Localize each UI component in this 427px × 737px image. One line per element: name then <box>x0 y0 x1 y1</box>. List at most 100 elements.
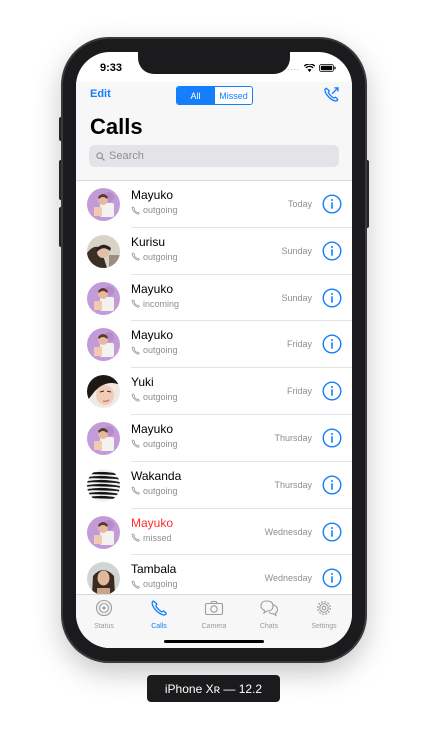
search-bar[interactable] <box>89 145 339 167</box>
info-icon <box>322 288 342 308</box>
calls-list: Mayuko outgoing Today Kurisu outgoing Sunday… <box>76 180 352 602</box>
call-type-label: outgoing <box>143 251 178 262</box>
contact-name: Kurisu <box>131 234 166 249</box>
device-label: iPhone Xʀ — 12.2 <box>147 675 280 702</box>
info-icon <box>322 475 342 495</box>
tab-settings[interactable]: Settings <box>299 599 349 630</box>
call-type-label: outgoing <box>143 345 178 356</box>
info-button[interactable] <box>322 428 342 453</box>
info-icon <box>322 522 342 542</box>
phone-small-icon <box>131 580 140 589</box>
call-type-label: outgoing <box>143 205 178 215</box>
tab-status[interactable]: Status <box>79 599 129 630</box>
call-day: Wednesday <box>264 573 312 584</box>
tab-camera-label: Camera <box>201 623 227 630</box>
call-day: Sunday <box>281 292 312 303</box>
avatar <box>87 562 120 596</box>
call-day: Wednesday <box>264 526 312 537</box>
search-input[interactable] <box>109 150 329 162</box>
call-type: outgoing <box>131 486 178 496</box>
avatar <box>87 515 120 549</box>
call-type: outgoing <box>131 439 178 449</box>
call-day: Friday <box>286 386 312 397</box>
tab-status-label: Status <box>94 623 114 630</box>
call-day: Thursday <box>274 479 312 490</box>
call-type-label: missed <box>143 532 172 543</box>
tab-camera[interactable]: Camera <box>189 599 239 630</box>
call-row[interactable]: Mayuko outgoing Friday <box>76 321 352 368</box>
contact-name: Mayuko <box>131 515 174 530</box>
phone-small-icon <box>131 346 140 355</box>
avatar <box>87 468 120 502</box>
notch <box>138 52 290 74</box>
status-time: 9:33 <box>100 62 123 74</box>
phone-small-icon <box>131 299 140 308</box>
info-button[interactable] <box>322 381 342 406</box>
call-type-label: incoming <box>143 298 180 309</box>
phone-small-icon <box>131 486 140 495</box>
tab-chats[interactable]: Chats <box>244 599 294 630</box>
avatar <box>87 234 120 268</box>
calls-filter-segment: All Missed <box>176 86 253 105</box>
call-row[interactable]: Kurisu outgoing Sunday <box>76 228 352 275</box>
info-button[interactable] <box>322 334 342 359</box>
camera-icon <box>204 600 224 616</box>
tab-chats-label: Chats <box>259 623 279 630</box>
phone-icon <box>151 600 167 616</box>
battery-icon <box>319 63 336 72</box>
calls-header: Edit All Missed Calls <box>76 82 352 180</box>
info-icon <box>322 568 342 588</box>
call-day: Today <box>287 199 312 209</box>
phone-screen: 9:33 .... Edit All Missed Calls Search M… <box>76 52 352 648</box>
call-row[interactable]: Mayuko incoming Sunday <box>76 275 352 322</box>
info-icon <box>322 428 342 448</box>
call-type: outgoing <box>131 392 178 402</box>
call-type: outgoing <box>131 205 178 215</box>
chat-bubbles-icon <box>260 600 279 617</box>
info-button[interactable] <box>322 288 342 313</box>
call-type-label: outgoing <box>143 392 178 403</box>
tab-calls[interactable]: Calls <box>134 599 184 630</box>
contact-name: Wakanda <box>131 468 182 483</box>
call-type-label: outgoing <box>143 438 178 449</box>
call-day: Friday <box>286 339 312 350</box>
contact-name: Mayuko <box>131 188 174 202</box>
info-button[interactable] <box>322 522 342 547</box>
call-day: Thursday <box>274 432 312 443</box>
call-type-label: outgoing <box>143 579 178 590</box>
call-row[interactable]: Mayuko outgoing Today <box>76 181 352 228</box>
info-button[interactable] <box>322 194 342 219</box>
info-icon <box>322 241 342 261</box>
info-button[interactable] <box>322 475 342 500</box>
avatar <box>87 188 120 221</box>
call-row[interactable]: Mayuko outgoing Thursday <box>76 415 352 462</box>
call-type: outgoing <box>131 579 178 589</box>
phone-plus-icon <box>324 87 339 102</box>
info-button[interactable] <box>322 568 342 593</box>
info-icon <box>322 334 342 354</box>
call-day: Sunday <box>281 245 312 256</box>
call-row[interactable]: Wakanda outgoing Thursday <box>76 462 352 509</box>
call-type: outgoing <box>131 252 178 262</box>
contact-name: Mayuko <box>131 281 174 296</box>
call-type: incoming <box>131 299 179 309</box>
search-icon <box>96 151 105 161</box>
segment-missed[interactable]: Missed <box>214 87 252 104</box>
info-button[interactable] <box>322 241 342 266</box>
call-type: missed <box>131 533 172 543</box>
contact-name: Mayuko <box>131 421 174 436</box>
gear-icon <box>317 601 331 615</box>
status-icons: .... <box>287 63 336 72</box>
call-row[interactable]: Mayuko missed Wednesday <box>76 509 352 556</box>
avatar <box>87 281 120 315</box>
segment-all[interactable]: All <box>177 87 214 104</box>
status-icon <box>95 599 113 617</box>
device-power-button <box>365 160 369 228</box>
edit-button[interactable]: Edit <box>90 88 111 100</box>
info-icon <box>322 194 342 214</box>
new-call-button[interactable] <box>323 86 340 108</box>
page-title: Calls <box>90 114 143 139</box>
call-type: outgoing <box>131 345 178 355</box>
home-indicator[interactable] <box>164 640 264 643</box>
call-row[interactable]: Yuki outgoing Friday <box>76 368 352 415</box>
